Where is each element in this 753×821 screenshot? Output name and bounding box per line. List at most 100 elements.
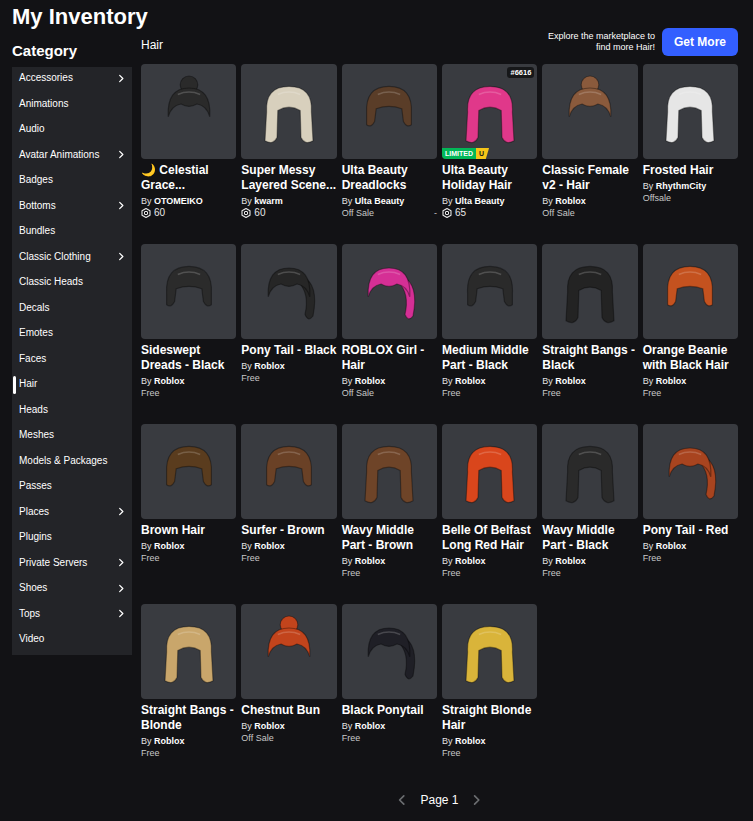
item-card[interactable]: Classic Female v2 - HairBy RobloxOff Sal… [542, 64, 637, 244]
item-thumbnail[interactable] [342, 604, 437, 699]
sidebar-item[interactable]: Hair [12, 373, 132, 399]
creator-name[interactable]: Ulta Beauty [355, 196, 405, 206]
creator-name[interactable]: Roblox [555, 196, 586, 206]
item-card[interactable]: Straight Blonde HairBy RobloxFree [442, 604, 537, 784]
item-card[interactable]: 🌙 Celestial Grace...By OTOMEIKO60 [141, 64, 236, 244]
item-card[interactable]: Pony Tail - RedBy RobloxFree [643, 424, 738, 604]
item-card[interactable]: Orange Beanie with Black HairBy RobloxFr… [643, 244, 738, 424]
creator-name[interactable]: Roblox [254, 361, 285, 371]
sidebar-item[interactable]: Bottoms [12, 195, 132, 221]
item-card[interactable]: Wavy Middle Part - BlackBy RobloxFree [542, 424, 637, 604]
sidebar-item[interactable]: Decals [12, 297, 132, 323]
sidebar-item[interactable]: Badges [12, 169, 132, 195]
item-thumbnail[interactable] [542, 244, 637, 339]
item-thumbnail[interactable] [643, 64, 738, 159]
item-name[interactable]: Black Ponytail [342, 703, 437, 718]
item-name[interactable]: 🌙 Celestial Grace... [141, 163, 236, 193]
creator-name[interactable]: Ulta Beauty [455, 196, 505, 206]
item-name[interactable]: Surfer - Brown [241, 523, 336, 538]
item-card[interactable]: Wavy Middle Part - BrownBy RobloxFree [342, 424, 437, 604]
sidebar-item[interactable]: Private Servers [12, 552, 132, 578]
item-name[interactable]: Frosted Hair [643, 163, 738, 178]
sidebar-item[interactable]: Meshes [12, 424, 132, 450]
sidebar-item[interactable]: Emotes [12, 322, 132, 348]
creator-name[interactable]: Roblox [555, 556, 586, 566]
item-thumbnail[interactable] [141, 64, 236, 159]
creator-name[interactable]: Roblox [355, 721, 386, 731]
creator-name[interactable]: Roblox [355, 376, 386, 386]
creator-name[interactable]: Roblox [455, 736, 486, 746]
item-card[interactable]: ROBLOX Girl - HairBy RobloxOff Sale [342, 244, 437, 424]
creator-name[interactable]: RhythmCity [656, 181, 707, 191]
item-card[interactable]: Belle Of Belfast Long Red HairBy RobloxF… [442, 424, 537, 604]
item-name[interactable]: Chestnut Bun [241, 703, 336, 718]
item-name[interactable]: ROBLOX Girl - Hair [342, 343, 437, 373]
sidebar-item[interactable]: Avatar Animations [12, 144, 132, 170]
item-thumbnail[interactable] [342, 424, 437, 519]
sidebar-item[interactable]: Animations [12, 93, 132, 119]
item-name[interactable]: Wavy Middle Part - Black [542, 523, 637, 553]
item-name[interactable]: Straight Bangs - Blonde [141, 703, 236, 733]
creator-name[interactable]: Roblox [154, 736, 185, 746]
sidebar-item[interactable]: Shoes [12, 577, 132, 603]
item-card[interactable]: #6616LIMITEDUUlta Beauty Holiday HairBy … [442, 64, 537, 244]
sidebar-item[interactable]: Passes [12, 475, 132, 501]
item-thumbnail[interactable] [241, 64, 336, 159]
item-thumbnail[interactable] [542, 64, 637, 159]
sidebar-item[interactable]: Audio [12, 118, 132, 144]
sidebar-item[interactable]: Heads [12, 399, 132, 425]
item-card[interactable]: Super Messy Layered Scene...By kwarm60 [241, 64, 336, 244]
sidebar-item[interactable]: Accessories [12, 67, 132, 93]
item-card[interactable]: Sideswept Dreads - BlackBy RobloxFree [141, 244, 236, 424]
item-card[interactable]: Pony Tail - BlackBy RobloxFree [241, 244, 336, 424]
item-thumbnail[interactable] [342, 64, 437, 159]
sidebar-item[interactable]: Faces [12, 348, 132, 374]
item-thumbnail[interactable] [342, 244, 437, 339]
item-name[interactable]: Straight Bangs - Black [542, 343, 637, 373]
item-name[interactable]: Ulta Beauty Holiday Hair [442, 163, 537, 193]
item-name[interactable]: Medium Middle Part - Black [442, 343, 537, 373]
prev-page-button[interactable] [394, 792, 410, 808]
sidebar-item[interactable]: Video [12, 628, 132, 654]
item-name[interactable]: Super Messy Layered Scene... [241, 163, 336, 193]
creator-name[interactable]: Roblox [455, 556, 486, 566]
item-name[interactable]: Classic Female v2 - Hair [542, 163, 637, 193]
item-card[interactable]: Frosted HairBy RhythmCityOffsale [643, 64, 738, 244]
get-more-button[interactable]: Get More [662, 28, 738, 56]
creator-name[interactable]: Roblox [254, 721, 285, 731]
item-card[interactable]: Brown HairBy RobloxFree [141, 424, 236, 604]
item-name[interactable]: Pony Tail - Red [643, 523, 738, 538]
creator-name[interactable]: Roblox [555, 376, 586, 386]
item-card[interactable]: Straight Bangs - BlondeBy RobloxFree [141, 604, 236, 784]
item-thumbnail[interactable]: #6616LIMITEDU [442, 64, 537, 159]
item-thumbnail[interactable] [141, 424, 236, 519]
item-card[interactable]: Ulta Beauty DreadlocksBy Ulta BeautyOff … [342, 64, 437, 244]
item-name[interactable]: Ulta Beauty Dreadlocks [342, 163, 437, 193]
item-thumbnail[interactable] [442, 424, 537, 519]
creator-name[interactable]: Roblox [656, 541, 687, 551]
item-card[interactable]: Surfer - BrownBy RobloxFree [241, 424, 336, 604]
item-thumbnail[interactable] [241, 244, 336, 339]
creator-name[interactable]: Roblox [656, 376, 687, 386]
sidebar-item[interactable]: Bundles [12, 220, 132, 246]
creator-name[interactable]: Roblox [355, 556, 386, 566]
creator-name[interactable]: kwarm [254, 196, 283, 206]
item-thumbnail[interactable] [542, 424, 637, 519]
creator-name[interactable]: Roblox [455, 376, 486, 386]
item-name[interactable]: Orange Beanie with Black Hair [643, 343, 738, 373]
item-thumbnail[interactable] [141, 244, 236, 339]
item-name[interactable]: Wavy Middle Part - Brown [342, 523, 437, 553]
item-name[interactable]: Pony Tail - Black [241, 343, 336, 358]
next-page-button[interactable] [469, 792, 485, 808]
sidebar-item[interactable]: Models & Packages [12, 450, 132, 476]
item-thumbnail[interactable] [141, 604, 236, 699]
sidebar-item[interactable]: Tops [12, 603, 132, 629]
item-name[interactable]: Belle Of Belfast Long Red Hair [442, 523, 537, 553]
item-card[interactable]: Black PonytailBy RobloxFree [342, 604, 437, 784]
item-thumbnail[interactable] [643, 244, 738, 339]
sidebar-item[interactable]: Classic Heads [12, 271, 132, 297]
item-card[interactable]: Chestnut BunBy RobloxOff Sale [241, 604, 336, 784]
creator-name[interactable]: Roblox [254, 541, 285, 551]
sidebar-item[interactable]: Places [12, 501, 132, 527]
item-thumbnail[interactable] [241, 424, 336, 519]
